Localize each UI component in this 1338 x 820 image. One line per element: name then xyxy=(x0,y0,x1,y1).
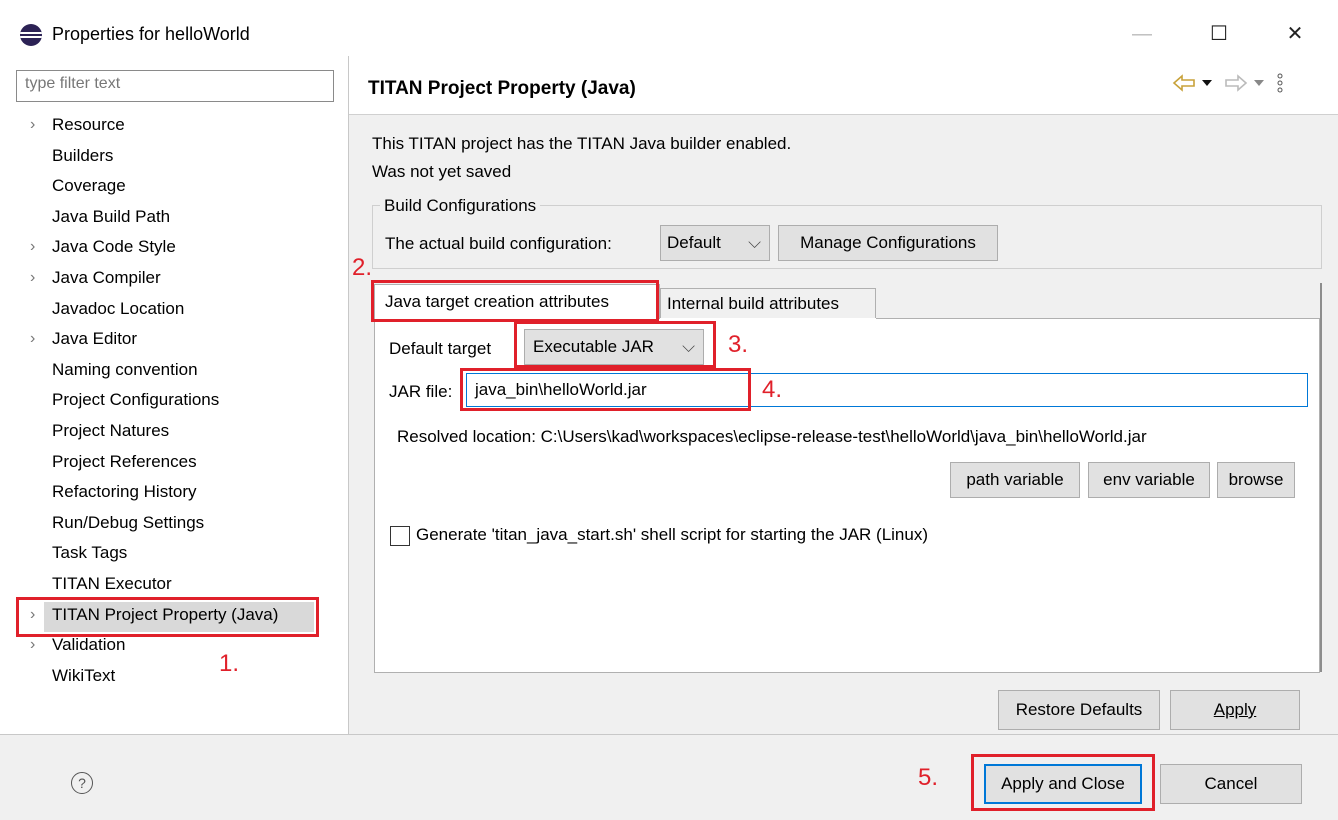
tree-item-label: Refactoring History xyxy=(52,482,197,502)
window-title: Properties for helloWorld xyxy=(52,24,250,44)
page-title: TITAN Project Property (Java) xyxy=(368,78,636,99)
annotation-box-5 xyxy=(971,754,1155,811)
annotation-box-3 xyxy=(514,321,716,368)
tree-item-label: Java Build Path xyxy=(52,206,171,226)
tree-item-label: WikiText xyxy=(52,665,116,685)
close-button[interactable]: ✕ xyxy=(1272,14,1318,54)
tree-item-label: Java Compiler xyxy=(52,268,161,287)
page-nav-toolbar xyxy=(1172,73,1283,93)
tree-item-label: Coverage xyxy=(52,176,126,196)
chevron-right-icon[interactable]: › xyxy=(30,233,44,261)
panel-divider[interactable] xyxy=(348,56,349,734)
annotation-number-3: 3. xyxy=(728,331,749,358)
chevron-right-icon[interactable]: › xyxy=(30,111,44,139)
browse-button[interactable]: browse xyxy=(1217,462,1295,498)
tree-item-label: Builders xyxy=(52,145,114,165)
tree-item-label: TITAN Executor xyxy=(52,574,172,593)
build-config-select[interactable]: Default ⌵ xyxy=(660,225,770,261)
tree-item-label: Run/Debug Settings xyxy=(52,512,205,532)
filter-input[interactable]: type filter text xyxy=(16,70,334,102)
tree-item-label: Naming convention xyxy=(52,359,198,379)
jar-file-label: JAR file: xyxy=(389,382,453,401)
default-target-label: Default target xyxy=(389,339,492,358)
manage-configurations-button[interactable]: Manage Configurations xyxy=(778,225,998,261)
build-config-label: The actual build configuration: xyxy=(385,234,612,253)
chevron-right-icon[interactable]: › xyxy=(30,264,44,292)
apply-button[interactable]: Apply xyxy=(1170,690,1300,730)
back-arrow-icon[interactable] xyxy=(1172,74,1195,92)
annotation-number-2: 2. xyxy=(352,254,373,281)
button-bar-separator xyxy=(0,734,1338,735)
annotation-box-1 xyxy=(16,597,319,637)
tree-item-label: Java Editor xyxy=(52,329,138,349)
env-variable-button[interactable]: env variable xyxy=(1088,462,1210,498)
generate-script-label: Generate 'titan_java_start.sh' shell scr… xyxy=(416,525,929,544)
restore-defaults-button[interactable]: Restore Defaults xyxy=(998,690,1160,730)
help-icon[interactable]: ? xyxy=(71,772,93,794)
annotation-number-4: 4. xyxy=(762,376,783,403)
annotation-number-5: 5. xyxy=(918,764,939,791)
build-config-value: Default xyxy=(667,233,721,252)
chevron-right-icon[interactable]: › xyxy=(30,325,44,353)
annotation-box-2 xyxy=(371,280,659,322)
tab-panel-edge xyxy=(1320,283,1322,672)
generate-script-checkbox[interactable] xyxy=(390,526,410,546)
tree-item-label: Project Natures xyxy=(52,421,170,440)
tree-item-label: Resource xyxy=(52,115,125,134)
minimize-button[interactable]: — xyxy=(1119,14,1165,54)
tree-item-label: Java Code Style xyxy=(52,237,176,257)
cancel-button[interactable]: Cancel xyxy=(1160,764,1302,804)
chevron-down-icon: ⌵ xyxy=(748,233,761,252)
view-menu-icon[interactable] xyxy=(1277,73,1283,93)
tree-item-label: Project References xyxy=(52,451,197,471)
tab-strip-line xyxy=(876,318,1320,319)
maximize-button[interactable]: ☐ xyxy=(1196,14,1242,54)
path-variable-button[interactable]: path variable xyxy=(950,462,1080,498)
eclipse-logo-icon xyxy=(20,24,42,46)
resolved-location: Resolved location: C:\Users\kad\workspac… xyxy=(397,427,1147,446)
tab-label: Internal build attributes xyxy=(667,294,839,313)
tree-item-label: Task Tags xyxy=(52,543,128,563)
tree-item-label: Javadoc Location xyxy=(52,298,185,318)
back-dropdown-icon[interactable] xyxy=(1202,80,1212,86)
description-line: This TITAN project has the TITAN Java bu… xyxy=(372,134,792,153)
annotation-box-4 xyxy=(460,368,751,411)
group-label: Build Configurations xyxy=(380,196,541,216)
tree-item-label: Project Configurations xyxy=(52,390,220,410)
forward-arrow-icon[interactable] xyxy=(1225,74,1248,92)
forward-dropdown-icon[interactable] xyxy=(1254,80,1264,86)
tab-internal-build[interactable]: Internal build attributes xyxy=(660,288,876,318)
annotation-number-1: 1. xyxy=(219,650,240,677)
save-status-text: Was not yet saved xyxy=(372,162,512,181)
